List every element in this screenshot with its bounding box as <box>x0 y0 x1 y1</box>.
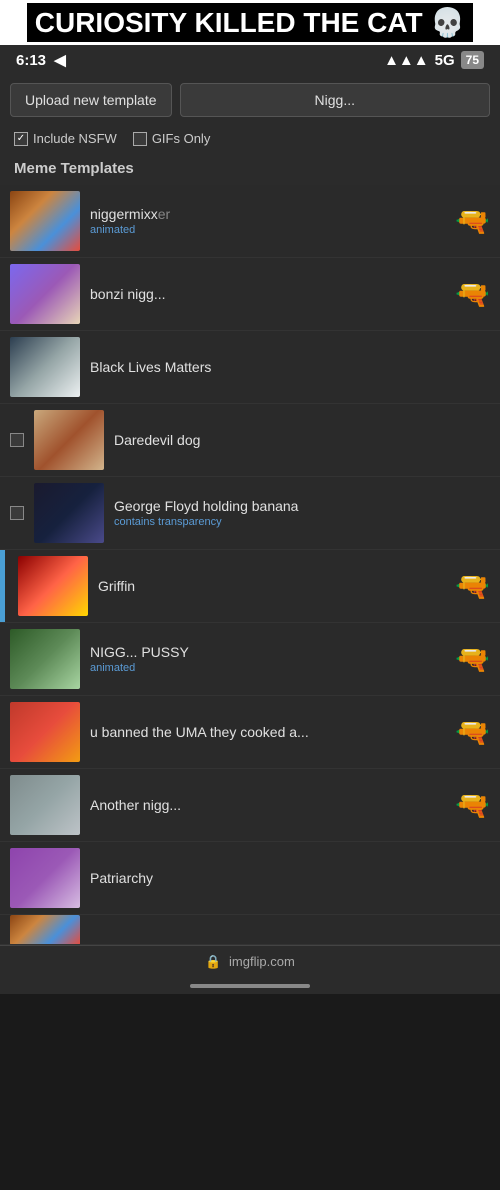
network-type: 5G <box>435 52 455 69</box>
template-thumbnail <box>10 702 80 762</box>
item-checkbox[interactable] <box>10 433 24 447</box>
template-thumbnail <box>10 915 80 945</box>
template-info: NIGG... PUSSY animated <box>90 644 445 674</box>
bottom-bar: 🔒 imgflip.com <box>0 945 500 978</box>
template-info: Black Lives Matters <box>90 359 490 375</box>
template-info: bonzi nigg... <box>90 286 445 302</box>
template-name: u banned the UMA they cooked a... <box>90 724 445 740</box>
list-item[interactable]: Griffin 🔫 <box>0 550 500 623</box>
site-label: imgflip.com <box>229 954 295 969</box>
list-item[interactable]: Daredevil dog <box>0 404 500 477</box>
template-thumbnail <box>10 191 80 251</box>
battery-indicator: 75 <box>461 51 484 69</box>
list-item[interactable]: Patriarchy <box>0 842 500 915</box>
status-right: ▲▲▲ 5G 75 <box>384 51 484 69</box>
template-info: u banned the UMA they cooked a... <box>90 724 445 740</box>
template-info: niggermixxer animated <box>90 206 445 236</box>
template-name: Black Lives Matters <box>90 359 490 375</box>
template-name: Griffin <box>98 578 445 594</box>
gun-icon: 🔫 <box>455 570 490 603</box>
template-thumbnail <box>10 629 80 689</box>
gun-icon: 🔫 <box>455 205 490 238</box>
toolbar: Upload new template Nigg... <box>0 75 500 125</box>
template-badge: animated <box>90 662 445 674</box>
signal-icon: ▲▲▲ <box>384 52 429 69</box>
home-bar <box>190 984 310 988</box>
template-info: Patriarchy <box>90 870 490 886</box>
template-thumbnail <box>10 848 80 908</box>
template-info: Daredevil dog <box>114 432 490 448</box>
location-icon: ◀ <box>54 52 66 69</box>
template-name: George Floyd holding banana <box>114 498 490 514</box>
nsfw-checkbox[interactable]: ✓ <box>14 132 28 146</box>
template-info: George Floyd holding banana contains tra… <box>114 498 490 528</box>
template-thumbnail <box>10 337 80 397</box>
list-item[interactable]: Black Lives Matters <box>0 331 500 404</box>
list-item[interactable]: bonzi nigg... 🔫 <box>0 258 500 331</box>
list-item[interactable]: NIGG... PUSSY animated 🔫 <box>0 623 500 696</box>
template-badge: animated <box>90 224 445 236</box>
gifs-checkbox[interactable] <box>133 132 147 146</box>
template-name: NIGG... PUSSY <box>90 644 445 660</box>
list-item[interactable]: Another nigg... 🔫 <box>0 769 500 842</box>
template-list: niggermixxer animated 🔫 bonzi nigg... 🔫 … <box>0 185 500 945</box>
upload-template-button[interactable]: Upload new template <box>10 83 172 117</box>
template-info: Another nigg... <box>90 797 445 813</box>
home-indicator <box>0 978 500 994</box>
filter-row: ✓ Include NSFW GIFs Only <box>0 125 500 152</box>
template-name: Daredevil dog <box>114 432 490 448</box>
item-checkbox[interactable] <box>10 506 24 520</box>
list-item-partial <box>0 915 500 945</box>
sidebar-accent <box>0 550 5 622</box>
gun-icon: 🔫 <box>455 643 490 676</box>
template-thumbnail <box>18 556 88 616</box>
nsfw-label: Include NSFW <box>33 131 117 146</box>
page-wrapper: CURIOSITY KILLED THE CAT 💀 6:13 ◀ ▲▲▲ 5G… <box>0 0 500 994</box>
list-item[interactable]: u banned the UMA they cooked a... 🔫 <box>0 696 500 769</box>
status-bar: 6:13 ◀ ▲▲▲ 5G 75 <box>0 45 500 75</box>
template-name: bonzi nigg... <box>90 286 445 302</box>
gun-icon: 🔫 <box>455 278 490 311</box>
template-info: Griffin <box>98 578 445 594</box>
gun-icon: 🔫 <box>455 789 490 822</box>
template-thumbnail <box>34 483 104 543</box>
lock-icon: 🔒 <box>205 954 221 969</box>
nsfw-filter[interactable]: ✓ Include NSFW <box>14 131 117 146</box>
list-item[interactable]: George Floyd holding banana contains tra… <box>0 477 500 550</box>
secondary-button[interactable]: Nigg... <box>180 83 490 117</box>
template-thumbnail <box>10 264 80 324</box>
meme-banner: CURIOSITY KILLED THE CAT 💀 <box>0 0 500 45</box>
list-item[interactable]: niggermixxer animated 🔫 <box>0 185 500 258</box>
gifs-filter[interactable]: GIFs Only <box>133 131 211 146</box>
meme-banner-text: CURIOSITY KILLED THE CAT 💀 <box>27 3 474 42</box>
time-display: 6:13 ◀ <box>16 51 66 69</box>
template-thumbnail <box>34 410 104 470</box>
gifs-label: GIFs Only <box>152 131 211 146</box>
template-badge: contains transparency <box>114 516 490 528</box>
template-name: Another nigg... <box>90 797 445 813</box>
template-name: niggermixxer <box>90 206 445 222</box>
gun-icon: 🔫 <box>455 716 490 749</box>
template-thumbnail <box>10 775 80 835</box>
section-header: Meme Templates <box>0 152 500 185</box>
template-name: Patriarchy <box>90 870 490 886</box>
